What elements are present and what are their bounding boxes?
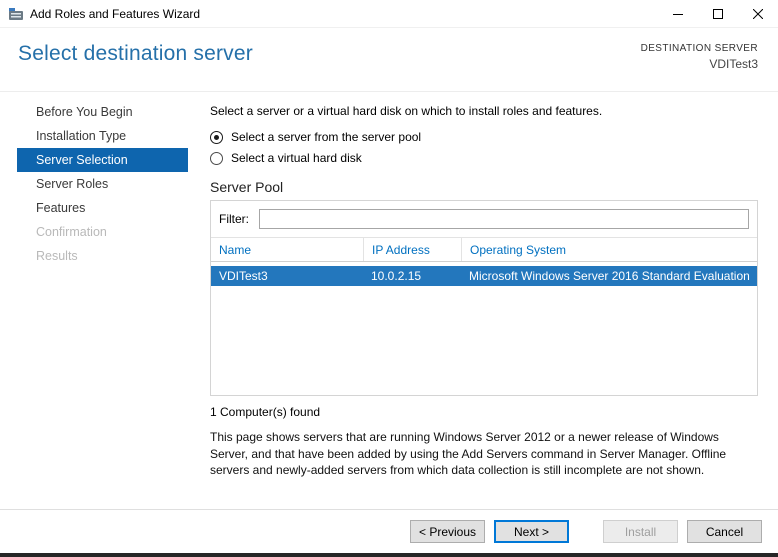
radio-button-icon bbox=[210, 130, 223, 144]
previous-button[interactable]: < Previous bbox=[410, 520, 485, 543]
close-icon bbox=[753, 8, 763, 19]
filter-label: Filter: bbox=[219, 212, 249, 226]
column-header-operating-system[interactable]: Operating System bbox=[461, 238, 757, 261]
title-bar: Add Roles and Features Wizard bbox=[0, 0, 778, 28]
maximize-icon bbox=[713, 8, 723, 19]
page-description: This page shows servers that are running… bbox=[210, 430, 727, 477]
wizard-footer: < Previous Next > Install Cancel bbox=[0, 509, 778, 553]
sidebar-item-server-roles[interactable]: Server Roles bbox=[0, 172, 200, 196]
add-roles-features-wizard-window: Add Roles and Features Wizard Select des… bbox=[0, 0, 778, 557]
server-manager-icon bbox=[8, 6, 24, 22]
minimize-icon bbox=[673, 13, 683, 15]
sidebar-item-server-selection[interactable]: Server Selection bbox=[17, 148, 188, 172]
taskbar-edge bbox=[0, 553, 778, 557]
cell-server-ip: 10.0.2.15 bbox=[371, 269, 422, 283]
destination-server-value: VDITest3 bbox=[709, 57, 758, 71]
next-button[interactable]: Next > bbox=[494, 520, 569, 543]
radio-label: Select a virtual hard disk bbox=[231, 151, 362, 165]
radio-select-from-server-pool[interactable]: Select a server from the server pool bbox=[210, 130, 758, 144]
server-pool-panel: Filter: Name IP Address Operating System… bbox=[210, 200, 758, 396]
sidebar-item-before-you-begin[interactable]: Before You Begin bbox=[0, 100, 200, 124]
window-title: Add Roles and Features Wizard bbox=[30, 6, 201, 21]
destination-server-block: DESTINATION SERVER VDITest3 bbox=[641, 43, 758, 71]
column-header-ip-address[interactable]: IP Address bbox=[363, 238, 461, 261]
wizard-steps-nav: Before You Begin Installation Type Serve… bbox=[0, 92, 200, 509]
destination-server-label: DESTINATION SERVER bbox=[640, 43, 758, 54]
wizard-content: Select a server or a virtual hard disk o… bbox=[210, 92, 758, 479]
sidebar-item-features[interactable]: Features bbox=[0, 196, 200, 220]
sidebar-item-results: Results bbox=[36, 249, 78, 263]
filter-input[interactable] bbox=[259, 209, 749, 229]
install-button: Install bbox=[603, 520, 678, 543]
column-header-name[interactable]: Name bbox=[211, 238, 363, 261]
maximize-button[interactable] bbox=[698, 0, 738, 28]
minimize-button[interactable] bbox=[658, 0, 698, 28]
sidebar-item-confirmation: Confirmation bbox=[36, 225, 107, 239]
wizard-header: Select destination server DESTINATION SE… bbox=[0, 28, 778, 92]
server-grid-empty-area bbox=[211, 286, 757, 395]
table-row[interactable]: VDITest3 10.0.2.15 Microsoft Windows Ser… bbox=[211, 266, 757, 286]
intro-text: Select a server or a virtual hard disk o… bbox=[210, 104, 603, 118]
radio-select-virtual-hard-disk[interactable]: Select a virtual hard disk bbox=[210, 151, 758, 165]
page-title: Select destination server bbox=[18, 42, 253, 65]
filter-row: Filter: bbox=[211, 201, 757, 237]
server-grid-header: Name IP Address Operating System bbox=[211, 237, 757, 262]
cancel-button[interactable]: Cancel bbox=[687, 520, 762, 543]
close-button[interactable] bbox=[738, 0, 778, 28]
cell-server-name: VDITest3 bbox=[219, 269, 268, 283]
sidebar-item-installation-type[interactable]: Installation Type bbox=[0, 124, 200, 148]
computers-found-count: 1 Computer(s) found bbox=[210, 405, 321, 419]
cell-server-os: Microsoft Windows Server 2016 Standard E… bbox=[469, 269, 750, 283]
radio-button-icon bbox=[210, 151, 223, 165]
radio-label: Select a server from the server pool bbox=[231, 130, 422, 144]
server-pool-title: Server Pool bbox=[210, 179, 284, 195]
